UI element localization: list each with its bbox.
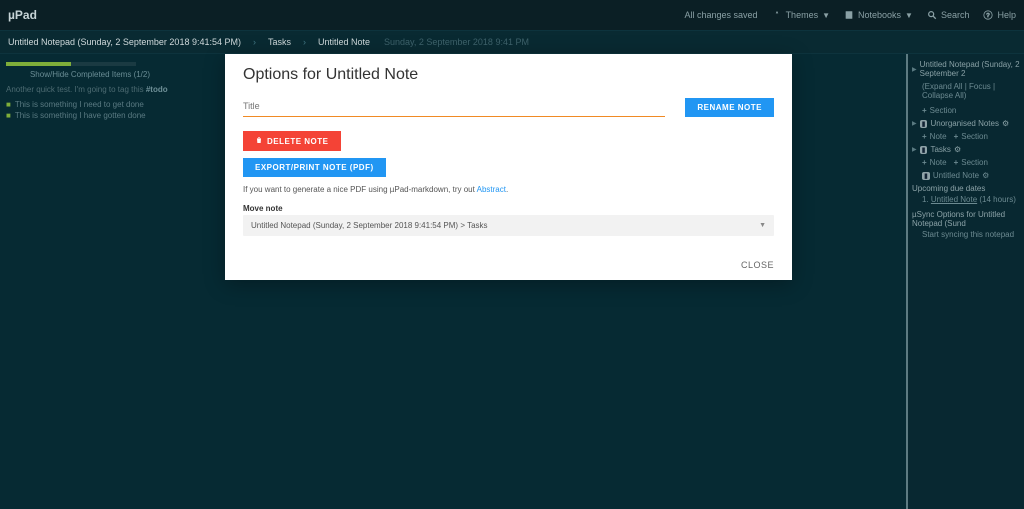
trash-icon bbox=[255, 136, 263, 146]
themes-menu[interactable]: Themes ▼ bbox=[772, 10, 830, 20]
note-icon: ▮ bbox=[922, 172, 930, 180]
rename-note-button[interactable]: RENAME NOTE bbox=[685, 98, 774, 117]
sidebar-section-unorganised[interactable]: ▶ ▮ Unorganised Notes ⚙ bbox=[912, 119, 1020, 128]
title-input-wrap bbox=[243, 96, 665, 117]
sync-heading: µSync Options for Untitled Notepad (Sund bbox=[912, 210, 1020, 228]
task-progress-bar bbox=[6, 62, 136, 66]
upcoming-item[interactable]: 1. Untitled Note (14 hours) bbox=[922, 195, 1020, 204]
task-item[interactable]: ■ This is something I have gotten done bbox=[6, 111, 174, 120]
gear-icon[interactable]: ⚙ bbox=[982, 171, 989, 180]
plus-icon: + bbox=[922, 158, 927, 167]
pdf-hint: If you want to generate a nice PDF using… bbox=[243, 185, 774, 194]
task-item[interactable]: ■ This is something I need to get done bbox=[6, 100, 174, 109]
hashtag[interactable]: #todo bbox=[146, 85, 168, 94]
search-button[interactable]: Search bbox=[927, 10, 970, 20]
chevron-right-icon: › bbox=[303, 37, 306, 47]
explorer-sidebar: ▶ Untitled Notepad (Sunday, 2 September … bbox=[906, 54, 1024, 509]
breadcrumb-timestamp: Sunday, 2 September 2018 9:41 PM bbox=[384, 37, 529, 47]
note-options-modal: Options for Untitled Note RENAME NOTE DE… bbox=[225, 54, 792, 280]
task-label: This is something I have gotten done bbox=[15, 111, 146, 120]
help-icon: ? bbox=[983, 10, 993, 20]
task-progress-fill bbox=[6, 62, 71, 66]
sidebar-expand-controls[interactable]: (Expand All | Focus | Collapse All) bbox=[922, 82, 1020, 100]
triangle-right-icon: ▶ bbox=[912, 120, 917, 127]
breadcrumb-section[interactable]: Tasks bbox=[268, 37, 291, 47]
modal-title: Options for Untitled Note bbox=[243, 66, 774, 84]
plus-icon: + bbox=[954, 132, 959, 141]
triangle-right-icon: ▶ bbox=[912, 66, 917, 73]
checkbox-icon[interactable]: ■ bbox=[6, 100, 11, 109]
plus-icon: + bbox=[922, 132, 927, 141]
add-note[interactable]: + Note + Section bbox=[922, 132, 1020, 141]
left-task-pane: Show/Hide Completed Items (1/2) Another … bbox=[0, 54, 180, 130]
note-title-input[interactable] bbox=[243, 101, 665, 111]
abstract-link[interactable]: Abstract bbox=[477, 185, 506, 194]
app-logo: µPad bbox=[8, 8, 37, 22]
help-button[interactable]: ? Help bbox=[983, 10, 1016, 20]
show-hide-toggle[interactable]: Show/Hide Completed Items (1/2) bbox=[6, 70, 174, 79]
breadcrumb: Untitled Notepad (Sunday, 2 September 20… bbox=[0, 30, 1024, 54]
search-label: Search bbox=[941, 10, 970, 20]
move-note-value: Untitled Notepad (Sunday, 2 September 20… bbox=[251, 221, 488, 230]
triangle-right-icon: ▶ bbox=[912, 146, 917, 153]
chevron-right-icon: › bbox=[253, 37, 256, 47]
plus-icon: + bbox=[954, 158, 959, 167]
gear-icon[interactable]: ⚙ bbox=[954, 145, 961, 154]
chevron-down-icon: ▼ bbox=[759, 222, 766, 229]
gear-icon[interactable]: ⚙ bbox=[1002, 119, 1009, 128]
chevron-down-icon: ▼ bbox=[905, 11, 913, 20]
task-label: This is something I need to get done bbox=[15, 100, 144, 109]
checkbox-icon[interactable]: ■ bbox=[6, 111, 11, 120]
export-pdf-button[interactable]: EXPORT/PRINT NOTE (PDF) bbox=[243, 158, 386, 177]
add-section[interactable]: + Section bbox=[922, 106, 1020, 115]
plus-icon: + bbox=[922, 106, 927, 115]
move-note-select[interactable]: Untitled Notepad (Sunday, 2 September 20… bbox=[243, 215, 774, 236]
add-note[interactable]: + Note + Section bbox=[922, 158, 1020, 167]
breadcrumb-notepad[interactable]: Untitled Notepad (Sunday, 2 September 20… bbox=[8, 37, 241, 47]
sidebar-notepad-title[interactable]: ▶ Untitled Notepad (Sunday, 2 September … bbox=[912, 60, 1020, 78]
sidebar-section-tasks[interactable]: ▶ ▮ Tasks ⚙ bbox=[912, 145, 1020, 154]
folder-icon: ▮ bbox=[920, 146, 928, 154]
breadcrumb-note[interactable]: Untitled Note bbox=[318, 37, 370, 47]
top-header: µPad All changes saved Themes ▼ Notebook… bbox=[0, 0, 1024, 30]
save-status: All changes saved bbox=[685, 10, 758, 20]
folder-icon: ▮ bbox=[920, 120, 928, 128]
upcoming-heading: Upcoming due dates bbox=[912, 184, 1020, 193]
top-header-right: All changes saved Themes ▼ Notebooks ▼ S… bbox=[685, 10, 1016, 20]
sidebar-note-item[interactable]: ▮ Untitled Note ⚙ bbox=[922, 171, 1020, 180]
themes-label: Themes bbox=[786, 10, 819, 20]
delete-note-button[interactable]: DELETE NOTE bbox=[243, 131, 341, 151]
move-note-label: Move note bbox=[243, 204, 774, 213]
svg-text:?: ? bbox=[987, 13, 991, 19]
help-label: Help bbox=[997, 10, 1016, 20]
themes-icon bbox=[772, 10, 782, 20]
close-button[interactable]: CLOSE bbox=[741, 260, 774, 270]
chevron-down-icon: ▼ bbox=[822, 11, 830, 20]
notebooks-label: Notebooks bbox=[858, 10, 901, 20]
notebooks-icon bbox=[844, 10, 854, 20]
sync-start[interactable]: Start syncing this notepad bbox=[922, 230, 1020, 239]
search-icon bbox=[927, 10, 937, 20]
note-text: Another quick test. I'm going to tag thi… bbox=[6, 85, 174, 94]
notebooks-menu[interactable]: Notebooks ▼ bbox=[844, 10, 913, 20]
